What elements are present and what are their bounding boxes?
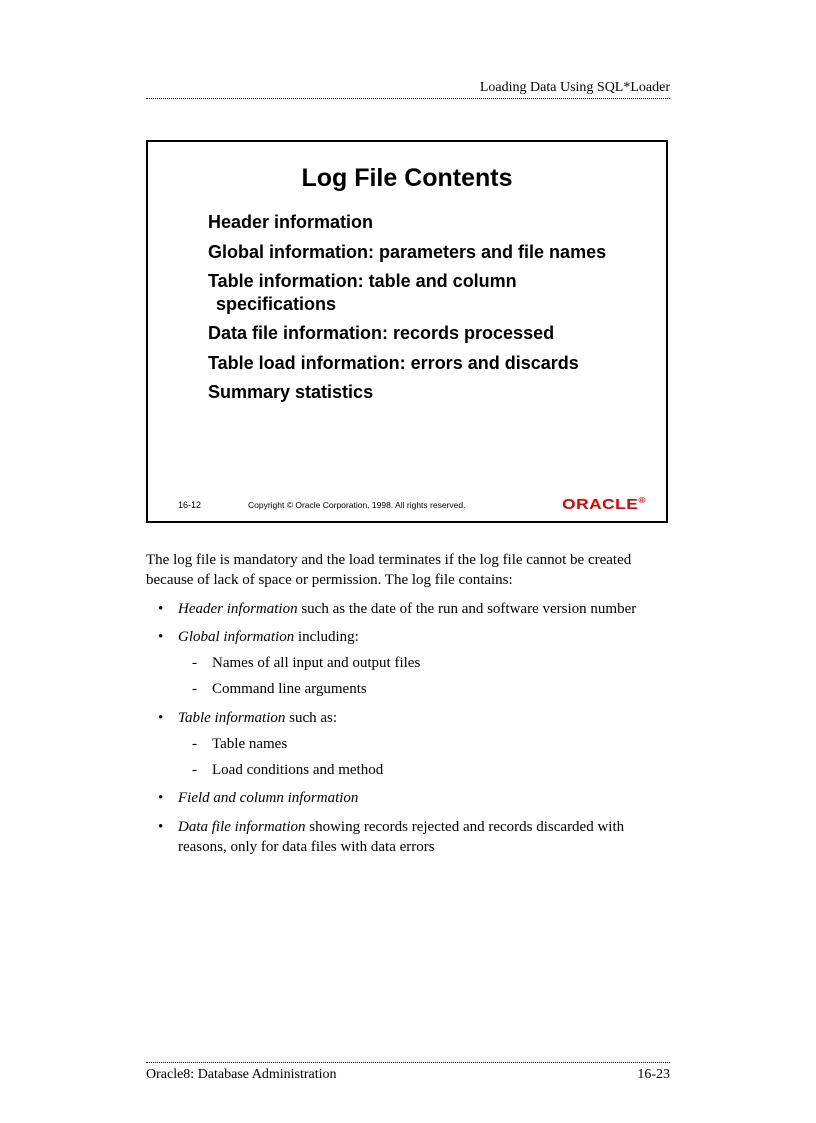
list-item-emphasis: Header information [178,601,298,617]
list-item-emphasis: Table information [178,710,285,726]
slide-bullet: Header information [208,211,636,234]
footer-right: 16-23 [637,1067,670,1083]
slide-bullet: Table information: table and column spec… [208,270,636,315]
sublist-item: Names of all input and output files [178,653,668,673]
list-item-emphasis: Global information [178,629,294,645]
oracle-logo: ORACLE® [562,496,646,513]
slide-bullet: Table load information: errors and disca… [208,352,636,375]
list-item-emphasis: Field and column information [178,790,358,806]
slide-footer: 16-12 Copyright © Oracle Corporation, 19… [178,496,646,513]
list-item: Field and column information [146,788,668,808]
slide-page-number: 16-12 [178,500,248,510]
body-text: The log file is mandatory and the load t… [146,550,668,865]
sublist-item: Load conditions and method [178,760,668,780]
list-item: Header information such as the date of t… [146,599,668,619]
slide-title: Log File Contents [178,164,636,193]
footer-divider [146,1062,670,1063]
slide-box: Log File Contents Header information Glo… [146,140,668,523]
main-bullets: Header information such as the date of t… [146,599,668,858]
slide-bullet: Global information: parameters and file … [208,241,636,264]
page-header: Loading Data Using SQL*Loader [480,80,670,96]
sublist-item: Command line arguments [178,679,668,699]
list-item-text: including: [294,629,359,645]
header-divider [146,98,670,99]
list-item: Table information such as: Table names L… [146,708,668,781]
slide-bullet: Data file information: records processed [208,322,636,345]
slide-bullet: Summary statistics [208,381,636,404]
list-item-text: such as: [285,710,337,726]
list-item: Global information including: Names of a… [146,627,668,700]
footer-left: Oracle8: Database Administration [146,1067,337,1083]
sub-bullets: Names of all input and output files Comm… [178,653,668,700]
sublist-item: Table names [178,734,668,754]
intro-paragraph: The log file is mandatory and the load t… [146,550,668,591]
sub-bullets: Table names Load conditions and method [178,734,668,781]
slide-copyright: Copyright © Oracle Corporation, 1998. Al… [248,500,573,510]
list-item: Data file information showing records re… [146,817,668,858]
slide-bullets: Header information Global information: p… [178,211,636,404]
list-item-emphasis: Data file information [178,819,306,835]
list-item-text: such as the date of the run and software… [298,601,637,617]
